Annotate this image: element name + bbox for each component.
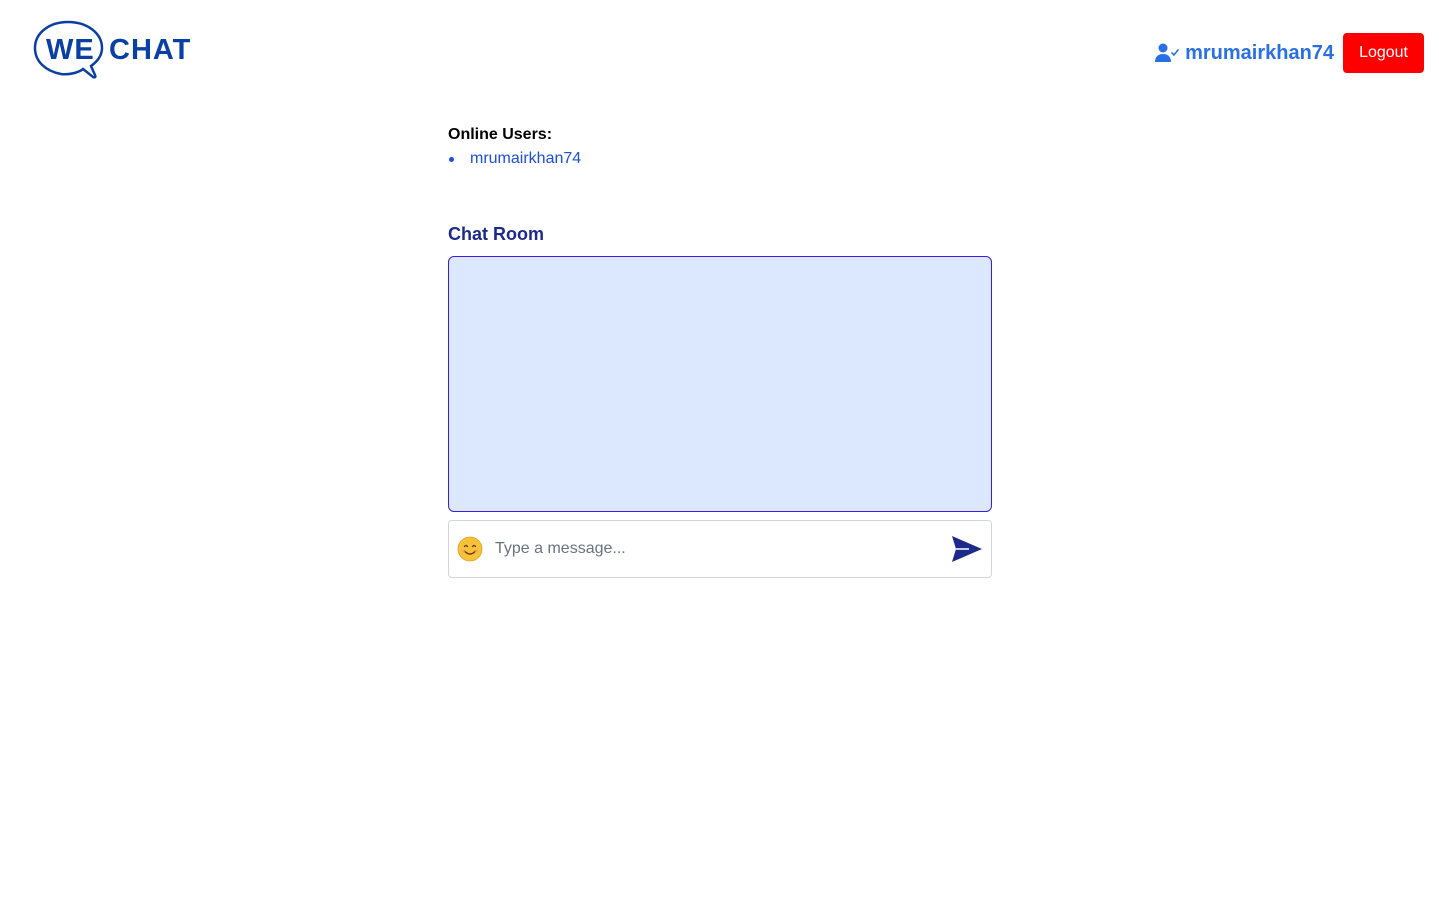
message-composer bbox=[448, 520, 992, 578]
chat-messages-area[interactable] bbox=[448, 256, 992, 512]
logo-chat-text: CHAT bbox=[109, 34, 192, 66]
message-input[interactable] bbox=[493, 528, 951, 570]
send-icon[interactable] bbox=[951, 535, 983, 563]
smiley-face-icon[interactable] bbox=[457, 536, 483, 562]
logo[interactable]: WE CHAT bbox=[33, 20, 193, 82]
current-username: mrumairkhan74 bbox=[1185, 41, 1335, 64]
online-users-title: Online Users: bbox=[448, 126, 553, 143]
header: WE CHAT mrumairkhan74 Logout bbox=[0, 0, 1439, 100]
chat-room-title: Chat Room bbox=[448, 224, 544, 244]
logo-we-text: WE bbox=[46, 34, 95, 66]
main-content: Online Users: mrumairkhan74 Chat Room bbox=[448, 124, 992, 578]
user-area: mrumairkhan74 Logout bbox=[1155, 33, 1424, 73]
online-users-list: mrumairkhan74 bbox=[448, 148, 992, 170]
online-user-item[interactable]: mrumairkhan74 bbox=[448, 148, 992, 170]
user-check-icon bbox=[1155, 43, 1179, 63]
logout-button[interactable]: Logout bbox=[1343, 33, 1424, 73]
